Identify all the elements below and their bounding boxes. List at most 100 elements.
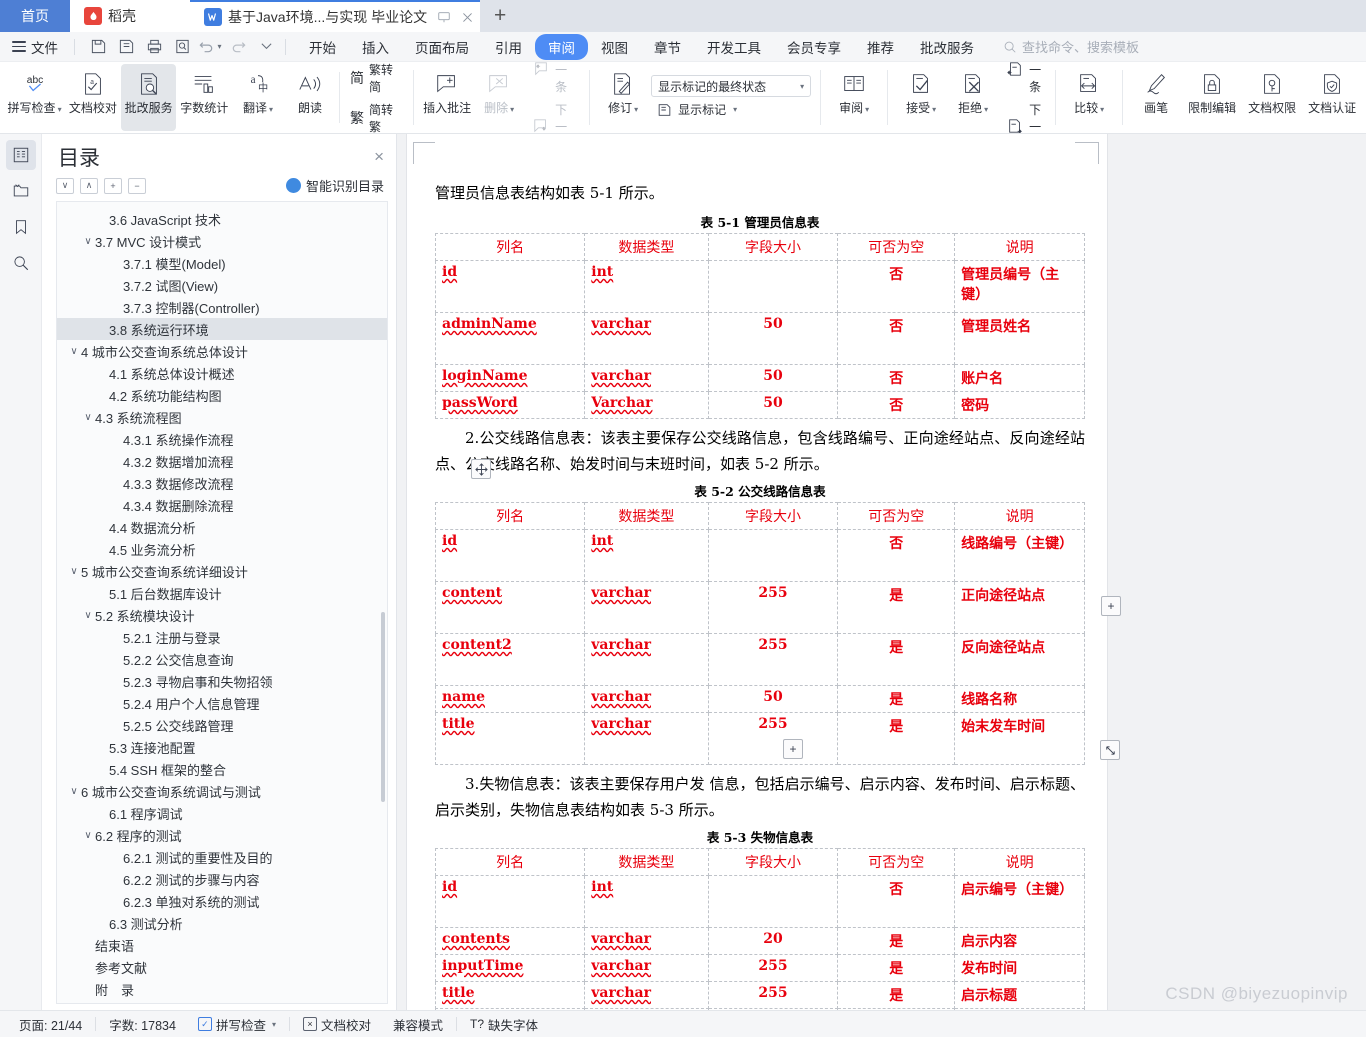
- collapse-all-icon[interactable]: −: [128, 177, 146, 194]
- outline-item-6[interactable]: ∨ 4 城市公交查询系统总体设计: [57, 340, 387, 362]
- table2-resize-handle[interactable]: +: [1101, 596, 1121, 616]
- track-changes-caret-icon[interactable]: ▾: [634, 105, 638, 114]
- show-markup-button[interactable]: 显示标记 ▾: [651, 99, 811, 120]
- show-markup-caret-icon[interactable]: ▾: [733, 105, 737, 114]
- outline-list[interactable]: 3.6 JavaScript 技术 ∨ 3.7 MVC 设计模式 3.7.1 模型(M…: [56, 201, 388, 1004]
- tab-close-icon[interactable]: [461, 11, 474, 24]
- previous-change-button[interactable]: 上一条: [1001, 62, 1046, 97]
- table-row[interactable]: id int 否管理员编号（主键）: [434, 260, 1085, 313]
- spellcheck-toggle[interactable]: ✓ 拼写检查 ▾: [189, 1015, 285, 1034]
- translate-caret-icon[interactable]: ▾: [269, 105, 273, 114]
- outline-item-34[interactable]: 参考文献: [57, 956, 387, 978]
- chevron-down-icon[interactable]: ∨: [67, 566, 81, 577]
- outline-item-15[interactable]: 4.5 业务流分析: [57, 538, 387, 560]
- customize-toolbar-icon[interactable]: [253, 35, 279, 59]
- outline-item-8[interactable]: 4.2 系统功能结构图: [57, 384, 387, 406]
- outline-item-31[interactable]: 6.2.3 单独对系统的测试: [57, 890, 387, 912]
- outline-item-1[interactable]: ∨ 3.7 MVC 设计模式: [57, 230, 387, 252]
- outline-item-25[interactable]: 5.4 SSH 框架的整合: [57, 758, 387, 780]
- rail-thumbnail-button[interactable]: [6, 176, 36, 206]
- outline-item-33[interactable]: 结束语: [57, 934, 387, 956]
- undo-caret-icon[interactable]: ▾: [217, 42, 221, 51]
- doc-permission-button[interactable]: 文档权限: [1242, 64, 1302, 131]
- compat-mode-indicator[interactable]: 兼容模式: [384, 1015, 452, 1034]
- rail-outline-button[interactable]: [5, 140, 36, 170]
- outline-item-13[interactable]: 4.3.4 数据删除流程: [57, 494, 387, 516]
- outline-item-30[interactable]: 6.2.2 测试的步骤与内容: [57, 868, 387, 890]
- outline-item-4[interactable]: 3.7.3 控制器(Controller): [57, 296, 387, 318]
- outline-item-7[interactable]: 4.1 系统总体设计概述: [57, 362, 387, 384]
- chevron-down-icon[interactable]: ∨: [81, 610, 95, 621]
- proofread-toggle[interactable]: × 文档校对: [294, 1015, 380, 1034]
- table-row[interactable]: adminName varchar 50 否管理员姓名: [434, 312, 1085, 365]
- outline-item-35[interactable]: 附 录: [57, 978, 387, 1000]
- admin-info-table[interactable]: 列名 数据类型 字段大小 可否为空 说明 id int 否管理员编号（主键） adminName…: [434, 233, 1085, 419]
- word-count-indicator[interactable]: 字数: 17834: [100, 1015, 185, 1034]
- table-row[interactable]: passWord Varchar 50 否密码: [434, 391, 1085, 419]
- missing-font-indicator[interactable]: T? 缺失字体: [461, 1015, 547, 1034]
- read-aloud-button[interactable]: 朗读: [284, 64, 336, 131]
- doc-proofread-button[interactable]: a 文档校对: [65, 64, 121, 131]
- redo-icon[interactable]: [225, 35, 251, 59]
- correction-service-button[interactable]: 批改服务: [120, 64, 177, 131]
- ribbon-tab-0[interactable]: 开始: [296, 34, 349, 60]
- spellcheck-status-caret-icon[interactable]: ▾: [272, 1020, 276, 1029]
- outline-item-14[interactable]: 4.4 数据流分析: [57, 516, 387, 538]
- ribbon-tab-6[interactable]: 章节: [641, 34, 694, 60]
- word-count-button[interactable]: 字数统计: [176, 64, 232, 131]
- outline-item-0[interactable]: 3.6 JavaScript 技术: [57, 208, 387, 230]
- table-row[interactable]: content2 varchar 255 是反向途径站点: [434, 633, 1085, 686]
- ribbon-tab-9[interactable]: 推荐: [854, 34, 907, 60]
- collapse-up-icon[interactable]: ∧: [80, 177, 98, 194]
- next-change-button[interactable]: 下一条: [1001, 99, 1046, 133]
- outline-item-22[interactable]: 5.2.4 用户个人信息管理: [57, 692, 387, 714]
- outline-item-2[interactable]: 3.7.1 模型(Model): [57, 252, 387, 274]
- save-as-icon[interactable]: [113, 35, 139, 59]
- insert-comment-button[interactable]: 插入批注: [421, 64, 473, 131]
- ribbon-tab-4[interactable]: 审阅: [535, 33, 588, 60]
- table-row[interactable]: inputTime varchar 255 是发布时间: [434, 954, 1085, 982]
- outline-item-9[interactable]: ∨ 4.3 系统流程图: [57, 406, 387, 428]
- rail-bookmark-button[interactable]: [6, 212, 36, 242]
- table-row[interactable]: id int 否启示编号（主键）: [434, 875, 1085, 928]
- outline-item-26[interactable]: ∨ 6 城市公交查询系统调试与测试: [57, 780, 387, 802]
- doc-final-button[interactable]: 文档定稿: [1362, 64, 1366, 131]
- expand-all-icon[interactable]: +: [104, 177, 122, 194]
- outline-item-19[interactable]: 5.2.1 注册与登录: [57, 626, 387, 648]
- ribbon-tab-10[interactable]: 批改服务: [907, 34, 987, 60]
- chevron-down-icon[interactable]: ∨: [81, 236, 95, 247]
- rail-search-button[interactable]: [6, 248, 36, 278]
- ribbon-tab-3[interactable]: 引用: [482, 34, 535, 60]
- ribbon-tab-2[interactable]: 页面布局: [402, 34, 482, 60]
- outline-close-button[interactable]: ×: [374, 147, 384, 167]
- tab-home[interactable]: 首页: [0, 0, 70, 32]
- new-tab-button[interactable]: +: [480, 0, 520, 32]
- outline-scrollbar[interactable]: [381, 612, 385, 802]
- outline-item-16[interactable]: ∨ 5 城市公交查询系统详细设计: [57, 560, 387, 582]
- page-indicator[interactable]: 页面: 21/44: [10, 1015, 91, 1034]
- outline-item-3[interactable]: 3.7.2 试图(View): [57, 274, 387, 296]
- outline-item-27[interactable]: 6.1 程序调试: [57, 802, 387, 824]
- accept-caret-icon[interactable]: ▾: [932, 105, 936, 114]
- outline-item-24[interactable]: 5.3 连接池配置: [57, 736, 387, 758]
- lost-item-table[interactable]: 列名 数据类型 字段大小 可否为空 说明 id int 否启示编号（主键） contents va…: [434, 848, 1085, 1010]
- track-changes-button[interactable]: 修订 ▾: [597, 64, 649, 131]
- translate-button[interactable]: a中 翻译 ▾: [232, 64, 284, 131]
- compare-caret-icon[interactable]: ▾: [1100, 105, 1104, 114]
- doc-certify-button[interactable]: 文档认证: [1302, 64, 1362, 131]
- review-pane-button[interactable]: 审阅 ▾: [828, 64, 880, 131]
- ribbon-tab-7[interactable]: 开发工具: [694, 34, 774, 60]
- document-canvas[interactable]: 管理员信息表结构如表 5-1 所示。 表 5-1 管理员信息表 列名 数据类型 字段…: [397, 134, 1366, 1010]
- outline-item-11[interactable]: 4.3.2 数据增加流程: [57, 450, 387, 472]
- outline-item-36[interactable]: 致 谢: [57, 1000, 387, 1003]
- simp-to-trad-button[interactable]: 繁 简转繁: [345, 99, 404, 134]
- print-preview-icon[interactable]: [169, 35, 195, 59]
- spell-check-button[interactable]: abc 拼写检查 ▾: [4, 64, 65, 131]
- table2-move-handle[interactable]: [471, 459, 491, 479]
- trad-to-simp-button[interactable]: 简 繁转简: [345, 62, 404, 97]
- tab-daoke[interactable]: 稻壳: [70, 0, 190, 32]
- review-pane-caret-icon[interactable]: ▾: [865, 105, 869, 114]
- outline-item-23[interactable]: 5.2.5 公交线路管理: [57, 714, 387, 736]
- outline-item-5[interactable]: 3.8 系统运行环境: [57, 318, 387, 340]
- table-row[interactable]: title varchar 255 是启示标题: [434, 981, 1085, 1009]
